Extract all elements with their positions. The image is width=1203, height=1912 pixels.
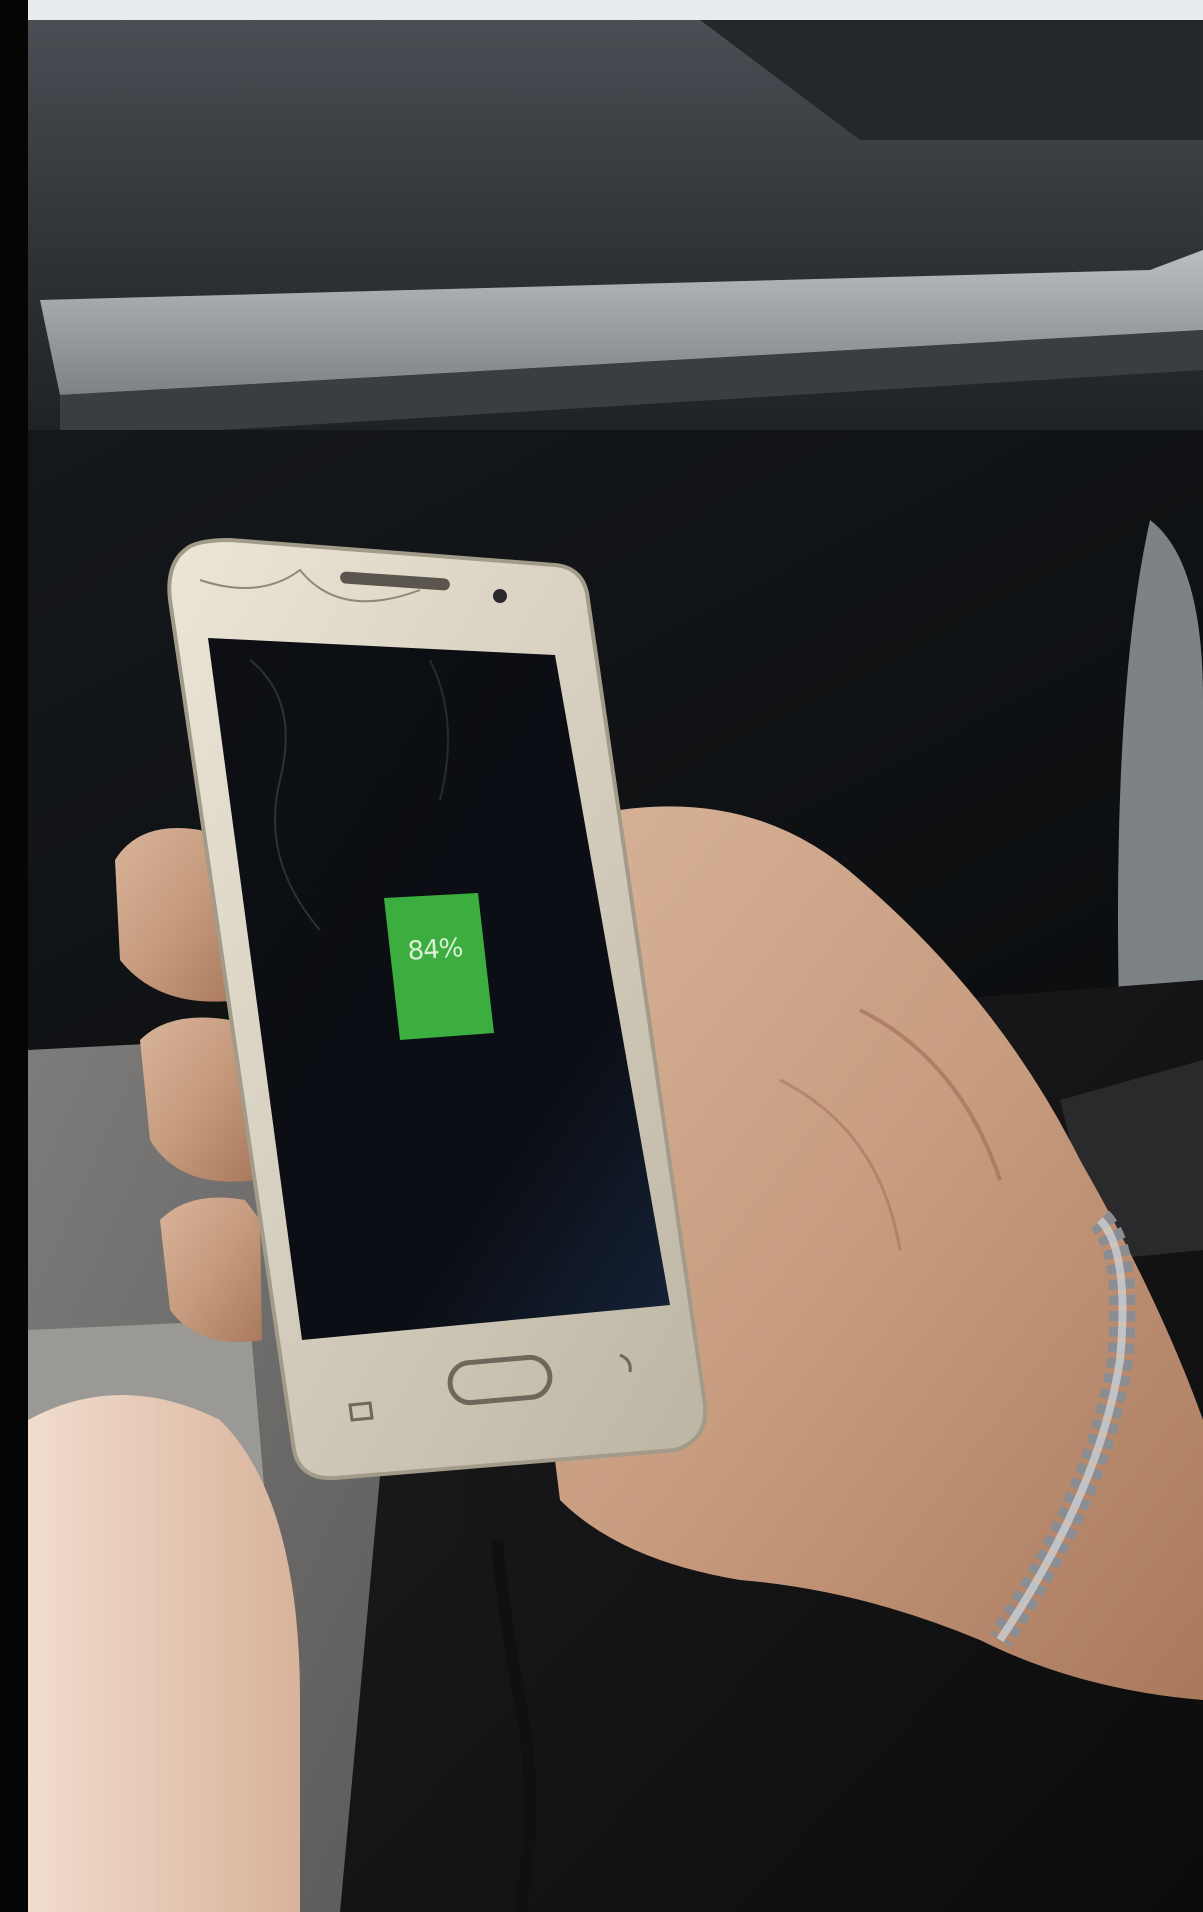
photo-canvas: [0, 0, 1203, 1912]
photo-scene: 84%: [0, 0, 1203, 1912]
left-border: [0, 0, 28, 1912]
windshield-glare: [28, 0, 1203, 20]
front-camera: [493, 589, 507, 603]
